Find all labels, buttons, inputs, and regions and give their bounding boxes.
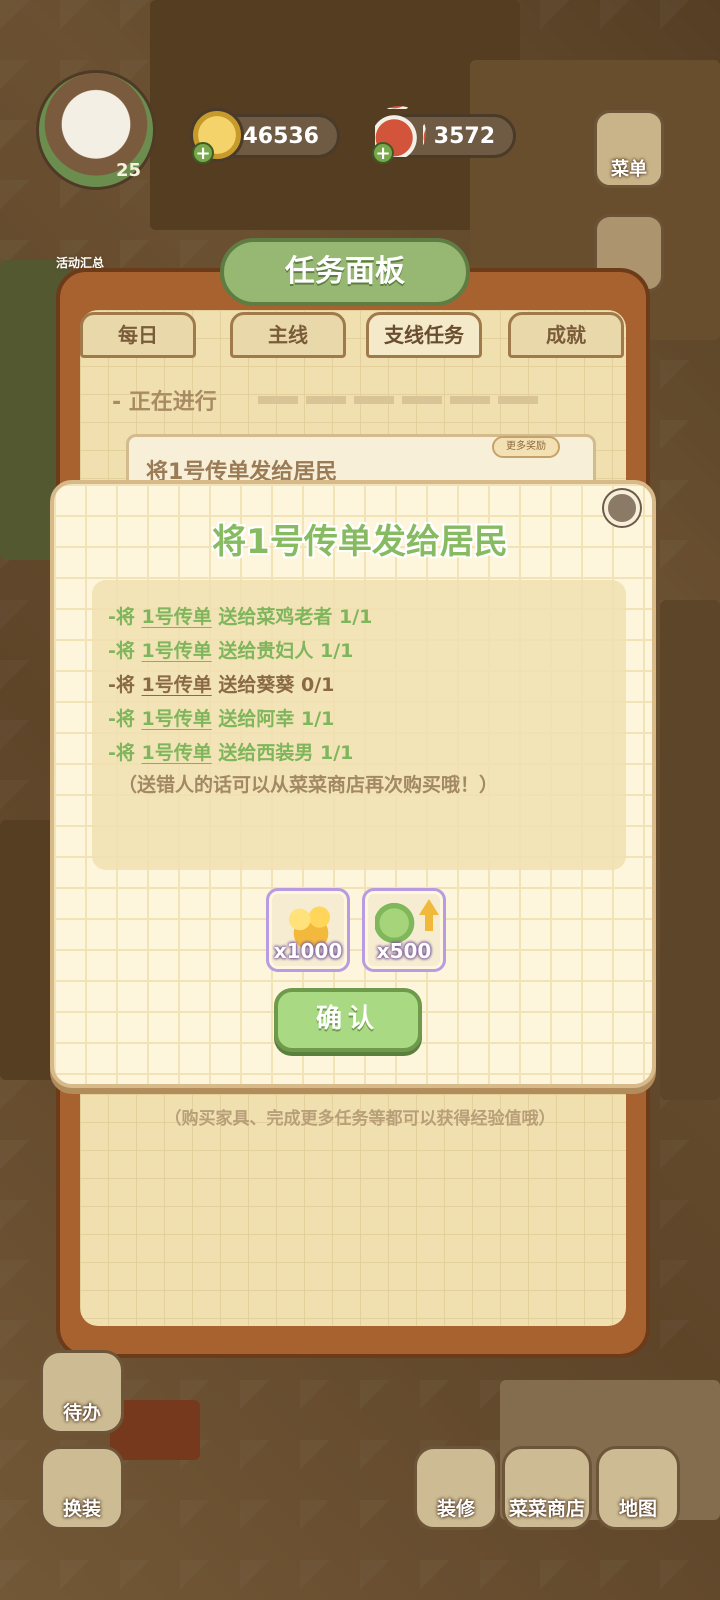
- decorate-label: 装修: [436, 1498, 475, 1520]
- reward-coins[interactable]: x1000: [266, 888, 350, 972]
- add-meat-button[interactable]: +: [372, 142, 394, 164]
- requirement-note: （送错人的话可以从菜菜商店再次购买哦！）: [118, 774, 499, 796]
- requirement-line: -将 1号传单 送给西装男 1/1: [108, 742, 354, 764]
- coin-count: 46536: [242, 123, 319, 149]
- reward-qty: x500: [376, 939, 432, 963]
- requirement-line-pending: -将 1号传单 送给葵葵 0/1: [108, 674, 335, 696]
- flyer-item-link[interactable]: 1号传单: [142, 606, 212, 628]
- map-button[interactable]: 地图: [596, 1446, 680, 1530]
- flyer-item-link[interactable]: 1号传单: [142, 708, 212, 730]
- menu-button[interactable]: 菜单: [594, 110, 664, 188]
- map-label: 地图: [618, 1498, 657, 1520]
- dressup-label: 换装: [62, 1498, 101, 1520]
- shop-button[interactable]: 菜菜商店: [502, 1446, 592, 1530]
- todo-label: 待办: [62, 1402, 101, 1424]
- shop-label: 菜菜商店: [508, 1498, 585, 1520]
- in-progress-heading: - 正在进行: [112, 390, 217, 415]
- flyer-item-link[interactable]: 1号传单: [142, 640, 212, 662]
- flyer-item-link[interactable]: 1号传单: [142, 674, 212, 696]
- tab-daily[interactable]: 每日: [80, 312, 196, 358]
- tab-main[interactable]: 主线: [230, 312, 346, 358]
- dressup-button[interactable]: 换装: [40, 1446, 124, 1530]
- flyer-item-link[interactable]: 1号传单: [142, 742, 212, 764]
- decorate-button[interactable]: 装修: [414, 1446, 498, 1530]
- modal-title: 将1号传单发给居民: [212, 522, 508, 562]
- add-coins-button[interactable]: +: [192, 142, 214, 164]
- requirement-line: -将 1号传单 送给菜鸡老者 1/1: [108, 606, 373, 628]
- requirement-line: -将 1号传单 送给阿幸 1/1: [108, 708, 335, 730]
- meat-count: 3572: [433, 123, 495, 149]
- menu-label: 菜单: [611, 159, 647, 180]
- task-tabs: 每日 主线 支线任务 成就: [80, 312, 632, 358]
- task-panel-title: 任务面板: [220, 238, 470, 306]
- requirement-line: -将 1号传单 送给贵妇人 1/1: [108, 640, 354, 662]
- reward-exp[interactable]: x500: [362, 888, 446, 972]
- tab-side-quests[interactable]: 支线任务: [366, 312, 482, 358]
- section-divider: [258, 396, 546, 404]
- tab-achievements[interactable]: 成就: [508, 312, 624, 358]
- panel-footer-note: （购买家具、完成更多任务等都可以获得经验值哦）: [164, 1109, 556, 1129]
- more-reward-badge[interactable]: 更多奖励: [492, 436, 560, 458]
- player-level: 25: [116, 160, 142, 181]
- arrow-up-icon: [419, 899, 439, 931]
- reward-qty: x1000: [273, 939, 343, 963]
- confirm-button[interactable]: 确认: [274, 988, 422, 1052]
- todo-button[interactable]: 待办: [40, 1350, 124, 1434]
